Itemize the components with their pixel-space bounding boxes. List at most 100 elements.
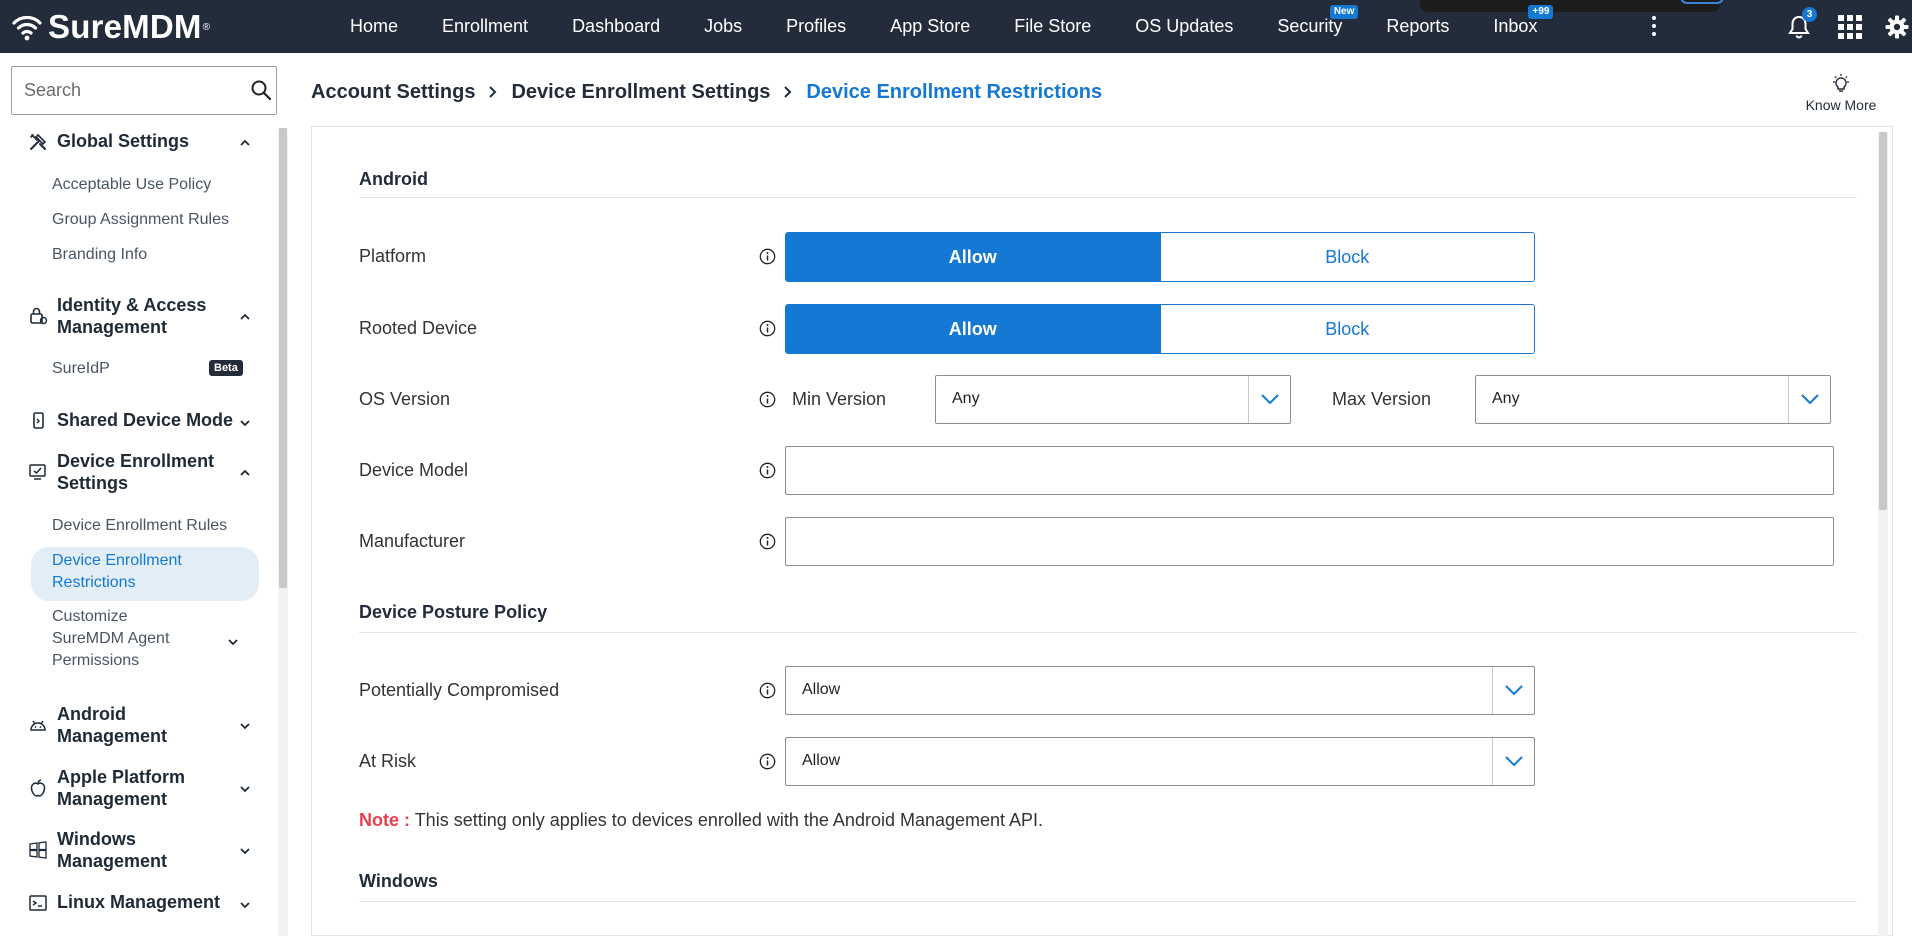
windows-icon <box>29 841 47 859</box>
dropdown-toggle[interactable] <box>1248 376 1290 423</box>
nav-jobs[interactable]: Jobs <box>682 16 764 37</box>
nav-security[interactable]: Security New <box>1255 5 1364 37</box>
info-icon[interactable] <box>759 682 776 699</box>
sidebar-search <box>11 66 277 115</box>
sidebar-search-input[interactable] <box>12 67 242 114</box>
dropdown-toggle[interactable] <box>1492 738 1534 785</box>
nav-home-label: Home <box>350 16 399 36</box>
nav-home[interactable]: Home <box>328 16 420 37</box>
rooted-allow-option[interactable]: Allow <box>786 305 1160 353</box>
chevron-up-icon[interactable] <box>238 136 252 150</box>
lightbulb-icon <box>1833 74 1849 92</box>
lock-icon <box>30 307 48 325</box>
dropdown-toggle[interactable] <box>1492 667 1534 714</box>
potentially-compromised-select[interactable]: Allow <box>785 666 1535 715</box>
sidebar-section-windows-management[interactable]: Windows Management <box>28 828 258 872</box>
chevron-down-icon[interactable] <box>238 416 252 430</box>
nav-reports[interactable]: Reports <box>1364 16 1471 37</box>
search-icon[interactable] <box>250 79 272 101</box>
enrollment-settings-icon <box>29 464 46 480</box>
apple-icon <box>30 779 46 797</box>
sidebar-item-device-enrollment-restrictions[interactable]: Device Enrollment Restrictions <box>52 550 242 594</box>
sidebar-section-label: Android Management <box>57 704 168 746</box>
device-model-field <box>785 446 1834 495</box>
sidebar-item-sureidp[interactable]: SureIdP <box>52 358 110 380</box>
sidebar-section-identity-access[interactable]: Identity & Access Management <box>28 294 258 338</box>
dropdown-toggle[interactable] <box>1788 376 1830 423</box>
min-version-label: Min Version <box>792 389 887 409</box>
device-model-input[interactable] <box>786 447 1833 494</box>
device-model-label: Device Model <box>359 460 469 480</box>
rooted-block-option[interactable]: Block <box>1159 305 1534 353</box>
notification-count-badge: 3 <box>1802 7 1817 22</box>
sidebar-section-label: Apple Platform Management <box>57 767 186 809</box>
nav-enrollment[interactable]: Enrollment <box>420 16 550 37</box>
logo-text: SureMDM <box>48 8 202 45</box>
sidebar-section-shared-device-mode[interactable]: Shared Device Mode <box>28 409 258 431</box>
max-version-select[interactable]: Any <box>1475 375 1831 424</box>
chevron-up-icon[interactable] <box>238 310 252 324</box>
sidebar-section-global-settings[interactable]: Global Settings <box>28 130 258 152</box>
nav-profiles[interactable]: Profiles <box>764 16 868 37</box>
note-label: Note : <box>359 810 410 830</box>
nav-dashboard[interactable]: Dashboard <box>550 16 682 37</box>
app-launcher-grid-icon[interactable] <box>1838 15 1862 39</box>
sidebar-section-android-management[interactable]: Android Management <box>28 703 258 747</box>
sidebar-item-branding-info[interactable]: Branding Info <box>52 244 147 266</box>
chevron-down-icon <box>1261 394 1279 405</box>
nav-file-store-label: File Store <box>1014 16 1092 36</box>
chevron-down-icon[interactable] <box>238 898 252 912</box>
nav-security-label: Security <box>1277 16 1343 36</box>
android-section-title: Android <box>359 169 428 189</box>
settings-gear-icon[interactable] <box>1884 14 1910 40</box>
overlay-pill-button[interactable] <box>1680 0 1724 4</box>
at-risk-select[interactable]: Allow <box>785 737 1535 786</box>
sidebar-item-device-enrollment-rules[interactable]: Device Enrollment Rules <box>52 515 227 537</box>
platform-allow-option[interactable]: Allow <box>786 233 1160 281</box>
breadcrumb-device-enrollment-restrictions: Device Enrollment Restrictions <box>806 80 1103 103</box>
sidebar-section-device-enrollment-settings[interactable]: Device Enrollment Settings <box>28 450 258 494</box>
chevron-down-icon[interactable] <box>238 844 252 858</box>
info-icon[interactable] <box>759 391 776 408</box>
info-icon[interactable] <box>759 753 776 770</box>
info-icon[interactable] <box>759 248 776 265</box>
sidebar-item-customize-agent-permissions[interactable]: Customize SureMDM Agent Permissions <box>52 606 192 672</box>
sidebar-section-apple-platform-management[interactable]: Apple Platform Management <box>28 766 258 810</box>
section-divider <box>359 197 1857 198</box>
potentially-compromised-value: Allow <box>802 681 841 698</box>
chevron-down-icon[interactable] <box>226 635 240 649</box>
chevron-down-icon[interactable] <box>238 782 252 796</box>
info-icon[interactable] <box>759 533 776 550</box>
info-icon[interactable] <box>759 320 776 337</box>
nav-app-store[interactable]: App Store <box>868 16 992 37</box>
know-more-label: Know More <box>1805 97 1877 113</box>
manufacturer-input[interactable] <box>786 518 1833 565</box>
sidebar-item-acceptable-use-policy[interactable]: Acceptable Use Policy <box>52 174 211 196</box>
chevron-down-icon <box>1505 756 1523 767</box>
nav-inbox-label: Inbox <box>1493 16 1538 36</box>
platform-block-option[interactable]: Block <box>1159 233 1534 281</box>
more-menu-icon[interactable] <box>1646 13 1662 39</box>
sidebar-section-linux-management[interactable]: Linux Management <box>28 891 258 913</box>
manufacturer-label: Manufacturer <box>359 531 466 551</box>
note-text: This setting only applies to devices enr… <box>414 810 1044 830</box>
platform-label: Platform <box>359 246 427 266</box>
app-logo[interactable]: SureMDM ® <box>12 8 210 46</box>
breadcrumb-device-enrollment-settings[interactable]: Device Enrollment Settings <box>511 81 770 104</box>
sidebar-scrollbar-thumb[interactable] <box>279 128 287 588</box>
sidebar-section-label: Shared Device Mode <box>57 410 234 430</box>
wifi-logo-icon <box>12 15 42 41</box>
nav-os-updates[interactable]: OS Updates <box>1113 16 1255 37</box>
panel-scrollbar-thumb[interactable] <box>1879 132 1887 510</box>
nav-file-store[interactable]: File Store <box>992 16 1113 37</box>
nav-inbox[interactable]: Inbox +99 <box>1471 5 1559 37</box>
rooted-device-label: Rooted Device <box>359 318 478 338</box>
min-version-select[interactable]: Any <box>935 375 1291 424</box>
nav-enrollment-label: Enrollment <box>442 16 529 36</box>
chevron-down-icon[interactable] <box>238 719 252 733</box>
info-icon[interactable] <box>759 462 776 479</box>
chevron-up-icon[interactable] <box>238 466 252 480</box>
sidebar-item-group-assignment-rules[interactable]: Group Assignment Rules <box>52 209 229 231</box>
breadcrumb-account-settings[interactable]: Account Settings <box>311 81 475 104</box>
know-more-button[interactable]: Know More <box>1798 73 1884 113</box>
